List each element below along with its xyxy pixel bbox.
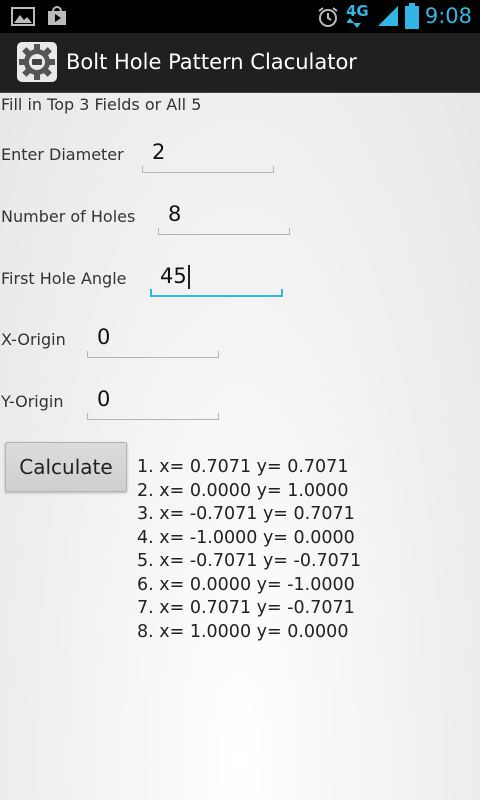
result-item: 6. x= 0.0000 y= -1.0000 — [137, 574, 355, 595]
angle-value: 45 — [160, 264, 187, 288]
text-cursor — [187, 265, 190, 289]
result-item: 4. x= -1.0000 y= 0.0000 — [137, 527, 355, 548]
instructions-text: Fill in Top 3 Fields or All 5 — [1, 95, 202, 114]
battery-icon — [405, 3, 419, 29]
image-icon — [11, 7, 35, 26]
play-store-icon — [48, 6, 66, 25]
action-bar: Bolt Hole Pattern Claculator — [0, 33, 480, 93]
results-list: 1. x= 0.7071 y= 0.7071 2. x= 0.0000 y= 1… — [133, 456, 361, 644]
clock: 9:08 — [424, 4, 472, 28]
gear-icon[interactable] — [17, 42, 57, 82]
y-origin-input[interactable]: 0 — [87, 384, 219, 420]
angle-input[interactable]: 45 — [150, 261, 283, 297]
result-item: 5. x= -0.7071 y= -0.7071 — [137, 551, 362, 571]
result-item: 3. x= -0.7071 y= 0.7071 — [137, 504, 355, 524]
result-item: 8. x= 1.0000 y= 0.0000 — [137, 621, 349, 642]
status-bar: 4G 9:08 — [0, 0, 480, 33]
diameter-label: Enter Diameter — [1, 145, 124, 164]
holes-input[interactable]: 8 — [158, 199, 290, 235]
y-origin-label: Y-Origin — [1, 392, 64, 411]
result-item: 1. x= 0.7071 y= 0.7071 — [137, 457, 349, 477]
data-arrows-icon — [347, 18, 361, 28]
app-title: Bolt Hole Pattern Claculator — [66, 50, 357, 74]
alarm-icon — [318, 7, 338, 27]
holes-label: Number of Holes — [1, 207, 136, 226]
result-item: 2. x= 0.0000 y= 1.0000 — [137, 480, 349, 501]
result-item: 7. x= 0.7071 y= -0.7071 — [137, 598, 355, 618]
x-origin-value: 0 — [97, 325, 111, 349]
y-origin-value: 0 — [97, 387, 111, 411]
angle-label: First Hole Angle — [1, 269, 127, 288]
x-origin-input[interactable]: 0 — [87, 322, 219, 358]
diameter-input[interactable]: 2 — [142, 137, 274, 173]
holes-value: 8 — [168, 202, 182, 226]
x-origin-label: X-Origin — [1, 330, 66, 349]
signal-icon — [378, 6, 398, 26]
calculate-button[interactable]: Calculate — [5, 442, 127, 492]
diameter-value: 2 — [152, 140, 166, 164]
